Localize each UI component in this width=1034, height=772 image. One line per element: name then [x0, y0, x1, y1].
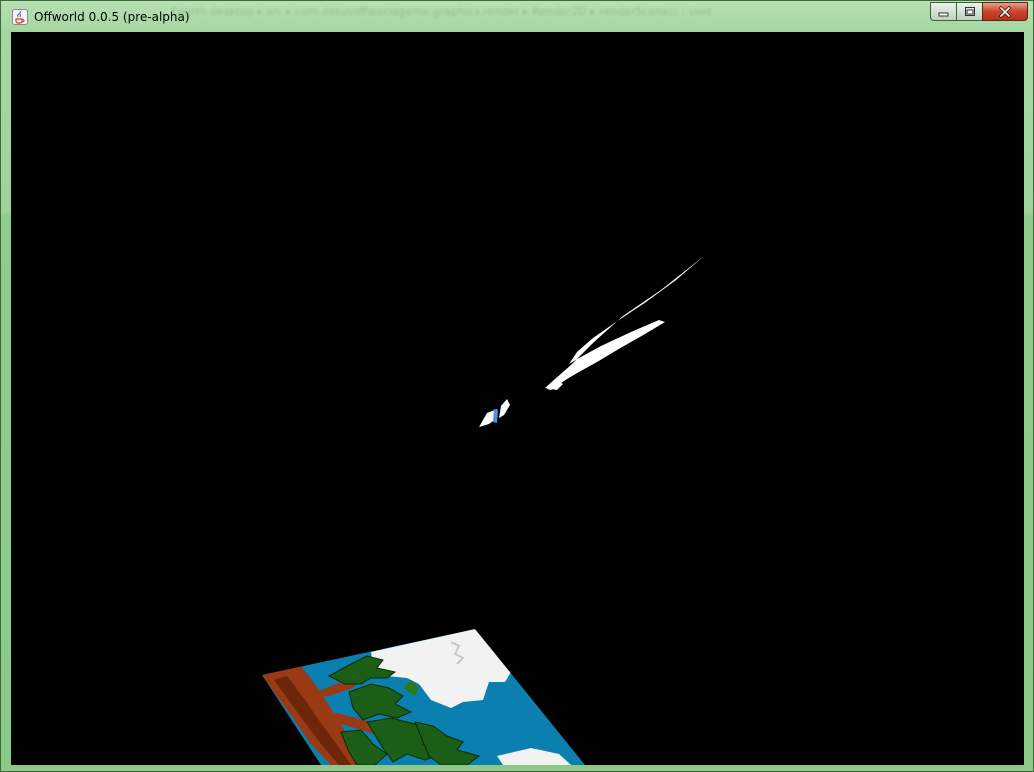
caption-buttons — [930, 2, 1028, 21]
minimize-button[interactable] — [930, 2, 956, 21]
java-app-icon[interactable] — [12, 9, 28, 25]
white-wing-sprite — [545, 256, 704, 390]
title-bar[interactable]: Offworld 0.0.5 (pre-alpha) Fourth deskto… — [1, 1, 1033, 33]
scene-svg — [262, 256, 704, 765]
window-title: Offworld 0.0.5 (pre-alpha) — [34, 10, 190, 24]
close-button[interactable] — [982, 2, 1028, 21]
restore-icon — [964, 7, 975, 16]
island-tile — [262, 629, 585, 765]
game-window: Offworld 0.0.5 (pre-alpha) Fourth deskto… — [0, 0, 1034, 772]
close-icon — [998, 5, 1012, 18]
maximize-button[interactable] — [956, 2, 982, 21]
game-canvas[interactable] — [11, 32, 1024, 765]
background-breadcrumb: Fourth desktop ▸ src ▸ com.detuvoffworld… — [171, 5, 712, 18]
small-ship-sprite — [479, 399, 510, 427]
minimize-icon — [938, 12, 948, 16]
